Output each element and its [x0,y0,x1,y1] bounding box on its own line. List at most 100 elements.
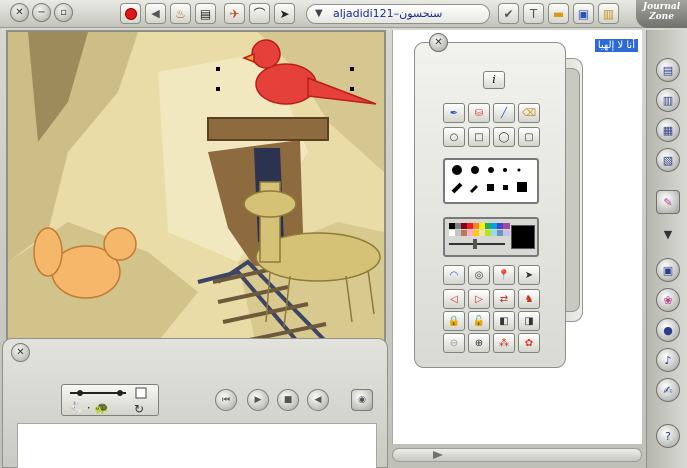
minimize-icon[interactable]: − [32,3,51,22]
text-button[interactable]: T [523,3,544,24]
zoom-out-tool[interactable]: ⊖ [443,333,465,353]
color-swatch[interactable] [503,230,510,236]
color-picker[interactable] [443,217,539,257]
pointer-icon: ➤ [279,6,290,21]
curve-button[interactable]: ⌒ [249,3,270,24]
play-button[interactable]: ▶ [247,389,269,411]
speed-control[interactable]: 🐇 · 🐢 ↻ [61,384,159,416]
document-title-text: aljadidi121–سنحسون [333,7,443,20]
document-title-field[interactable]: ▼ aljadidi121–سنحسون [306,4,490,24]
palette-tool[interactable]: ✿ [518,333,540,353]
target-tool[interactable]: ◎ [468,265,490,285]
bucket-icon: ⛁ [474,107,484,119]
close-icon[interactable]: ✕ [10,3,29,22]
sidebar-help-button[interactable]: ? [656,424,680,448]
lock-icon: 🔒 [447,315,461,327]
chess-tool[interactable]: ♞ [518,289,540,309]
unlock-tool[interactable]: 🔓 [468,311,490,331]
animate-button[interactable]: ✈ [224,3,245,24]
pin-tool[interactable]: 📍 [493,265,515,285]
page-button[interactable]: ▤ [195,3,216,24]
send-back-tool[interactable]: ◨ [518,311,540,331]
close-icon[interactable]: ✕ [429,33,448,52]
stop-button[interactable]: ■ [277,389,299,411]
sidebar-sound-button[interactable]: ♪ [656,348,680,372]
move-left-tool[interactable]: ◁ [443,289,465,309]
fill-tool[interactable]: ⛁ [468,103,490,123]
record-button[interactable] [120,3,141,24]
right-sidebar: ▤ ▥ ▦ ▧ ✎ ▼ ▣ ❀ ● ♪ ✍ ? [646,30,687,468]
brand-logo: Journal Zone [636,0,687,28]
sidebar-page1-button[interactable]: ▤ [656,58,680,82]
sidebar-video-button[interactable]: ● [656,318,680,342]
sidebar-expand-button[interactable]: ▼ [656,222,680,246]
drawing-canvas[interactable] [6,30,386,356]
current-color [511,225,535,249]
chess-icon: ♞ [524,293,534,305]
animation-panel: ✕ 🐇 · 🐢 ↻ ⏮ ▶ ■ ◀ ◉ [2,338,388,468]
folder-button[interactable]: ▬ [548,3,569,24]
bring-front-tool[interactable]: ◧ [493,311,515,331]
zoom-in-tool[interactable]: ⊕ [468,333,490,353]
layer-icon: ◧ [499,315,509,327]
horizontal-scrollbar[interactable] [392,448,642,462]
sidebar-page4-button[interactable]: ▧ [656,148,680,172]
select-tool[interactable]: ➤ [518,265,540,285]
skip-back-icon: ⏮ [221,395,231,405]
square-fill-tool[interactable]: ▢ [518,127,540,147]
square-outline-tool[interactable]: □ [468,127,490,147]
first-frame-button[interactable]: ⏮ [215,389,237,411]
save-button[interactable]: ▣ [573,3,594,24]
top-toolbar: ✕ − ▫ ◀ ♨ ▤ ✈ ⌒ ➤ ▼ aljadidi121–سنحسون ✔… [0,0,687,28]
back-arrow-icon: ◀ [314,395,322,405]
frames-area[interactable] [17,423,377,468]
previous-button[interactable]: ◀ [307,389,329,411]
brush-tool[interactable]: ╱ [493,103,515,123]
text-icon: T [529,6,538,21]
color-swatch[interactable] [503,223,510,229]
sidebar-photo-button[interactable]: ▣ [656,258,680,282]
book-icon: ▥ [602,6,615,21]
cake-button[interactable]: ♨ [170,3,191,24]
page-icon: ▦ [662,123,674,137]
square-icon: ▢ [524,131,534,143]
opacity-slider-thumb[interactable] [473,239,477,249]
chevron-down-icon: ▼ [663,227,673,241]
tools-palette: ✕ i ✒ ⛁ ╱ ⌫ ○ □ ◯ ▢ ◠ ◎ 📍 ➤ ◁ ▷ ⇄ ♞ 🔒 🔓 … [414,33,566,368]
snapshot-button[interactable]: ◉ [351,389,373,411]
selected-text[interactable]: أنا لا إلهيا [594,39,638,52]
flip-tool[interactable]: ⇄ [493,289,515,309]
palette-icon: ✿ [524,337,534,349]
pointer-button[interactable]: ➤ [274,3,295,24]
move-right-tool[interactable]: ▷ [468,289,490,309]
play-icon: ▶ [254,395,262,405]
close-icon[interactable]: ✕ [11,343,30,362]
folder-icon: ▬ [552,6,565,21]
lips-stamp-tool[interactable]: ◠ [443,265,465,285]
sidebar-colors-button[interactable]: ❀ [656,288,680,312]
lock-tool[interactable]: 🔒 [443,311,465,331]
help-icon: ? [665,429,671,443]
info-button[interactable]: i [483,71,505,89]
brush-size-picker[interactable] [443,158,539,204]
opacity-slider[interactable] [449,243,505,245]
check-button[interactable]: ✔ [498,3,519,24]
eraser-tool[interactable]: ⌫ [518,103,540,123]
pen-tool[interactable]: ✒ [443,103,465,123]
restore-icon[interactable]: ▫ [54,3,73,22]
back-button[interactable]: ◀ [145,3,166,24]
sidebar-draw-button[interactable]: ✍ [656,378,680,402]
paint-cup-icon: ✎ [663,195,673,209]
speaker-icon: ♪ [664,353,672,367]
effects-tool[interactable]: ⁂ [493,333,515,353]
sidebar-paint-button[interactable]: ✎ [656,190,680,214]
circle-fill-tool[interactable]: ◯ [493,127,515,147]
cave-scene-illustration [8,32,384,354]
sidebar-page2-button[interactable]: ▥ [656,88,680,112]
sidebar-page3-button[interactable]: ▦ [656,118,680,142]
circle-outline-tool[interactable]: ○ [443,127,465,147]
arrow-right-icon: ▷ [475,293,483,305]
book-button[interactable]: ▥ [598,3,619,24]
stop-icon: ■ [283,395,293,405]
eraser-icon: ⌫ [521,107,537,119]
